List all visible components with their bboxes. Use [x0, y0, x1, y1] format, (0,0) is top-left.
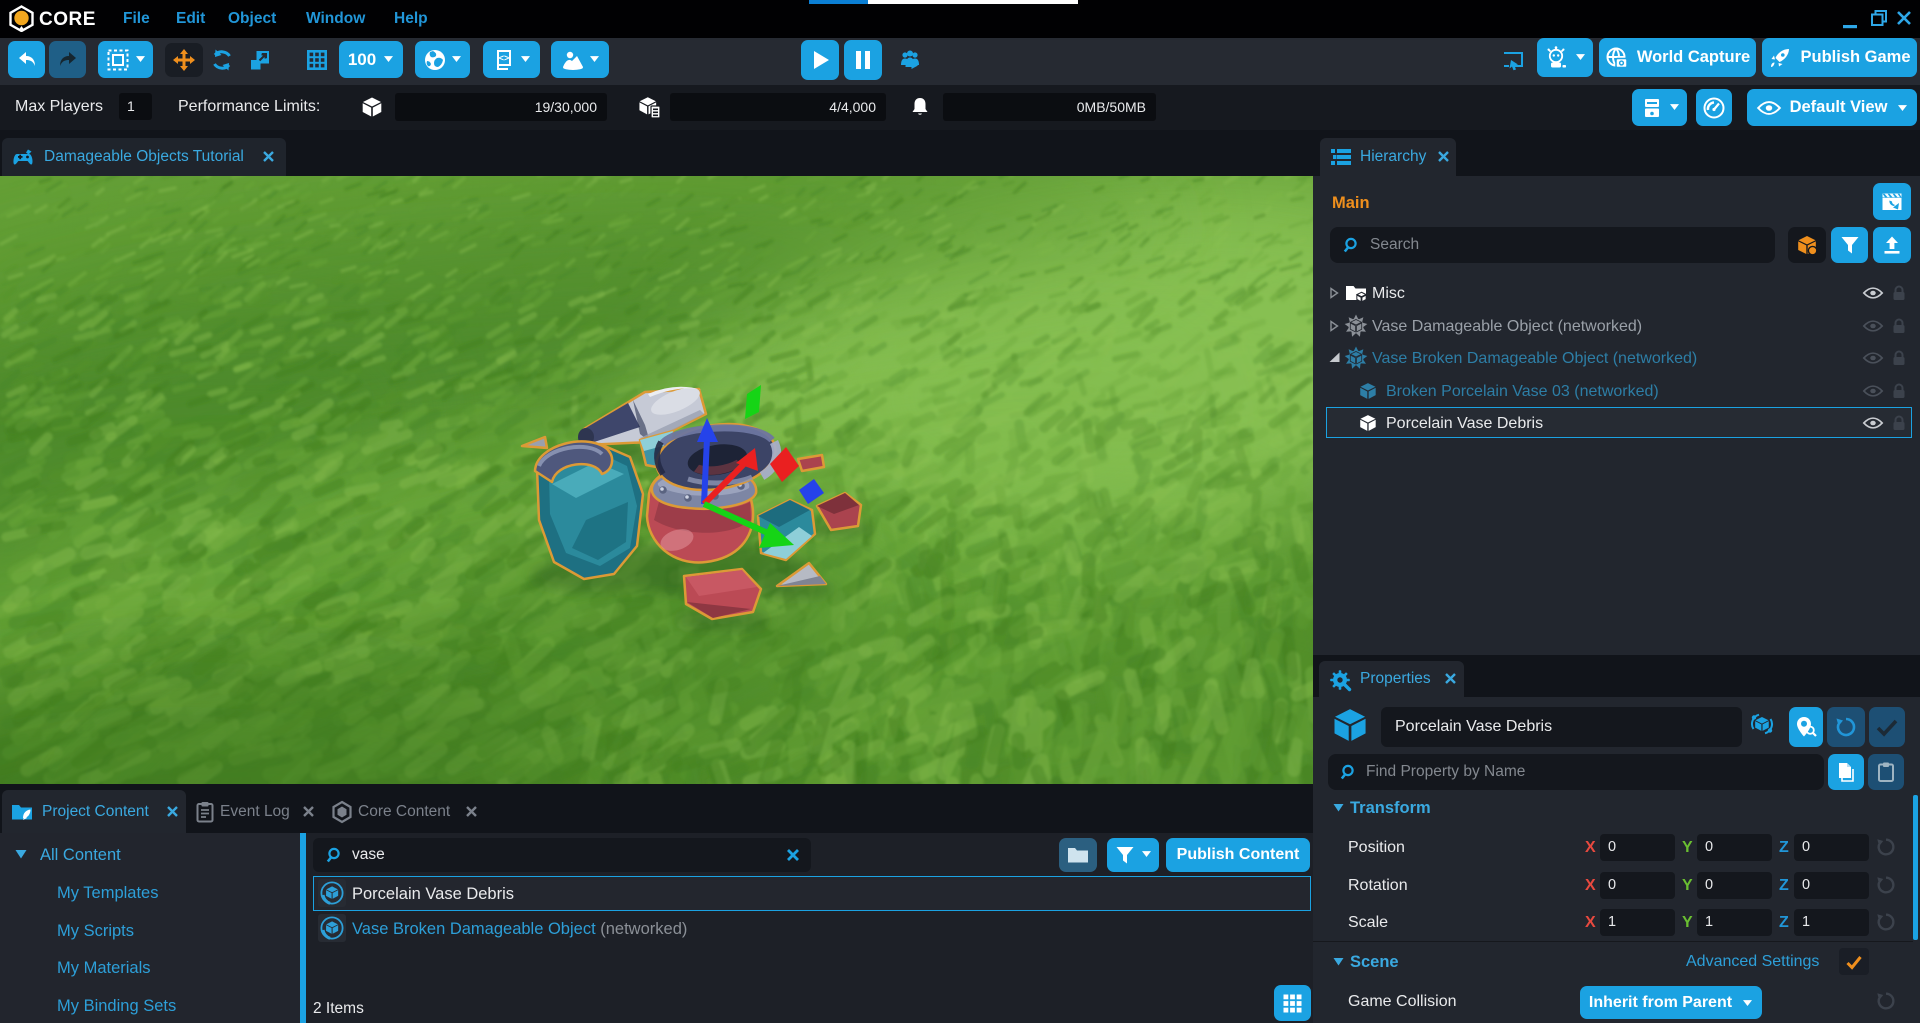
svg-text:<>: <> — [499, 53, 510, 63]
